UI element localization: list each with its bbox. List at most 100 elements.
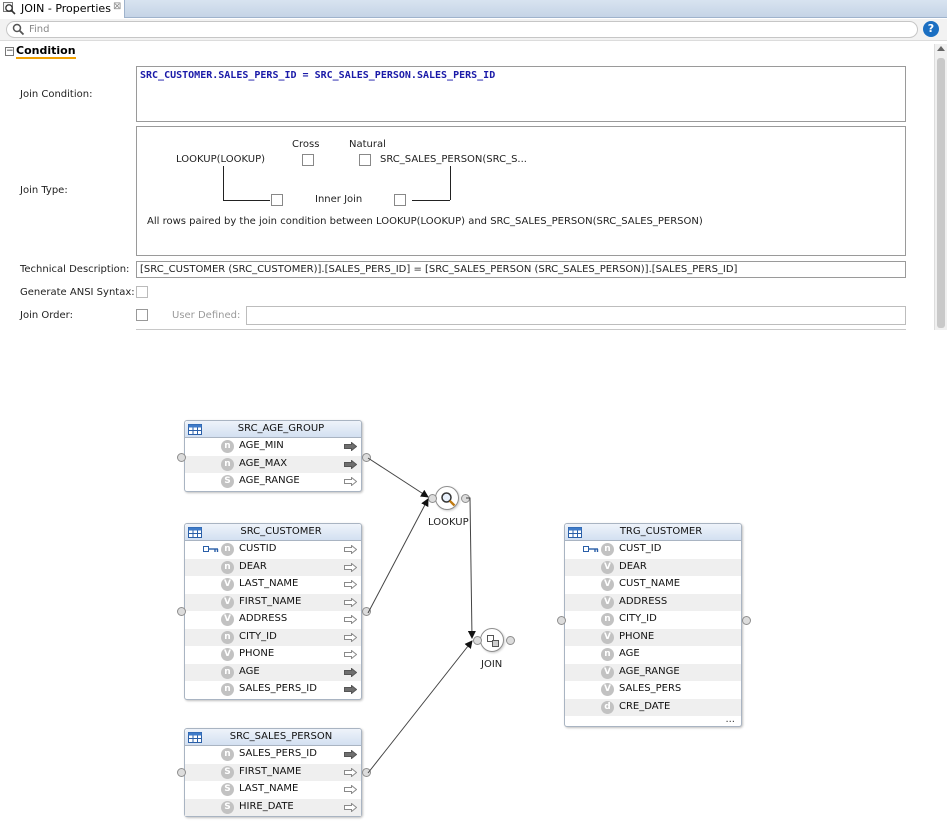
generate-ansi-checkbox[interactable] — [136, 286, 148, 298]
help-icon[interactable]: ? — [923, 21, 939, 37]
column-row[interactable]: n AGE_MAX — [185, 455, 361, 473]
join-condition-text[interactable]: SRC_CUSTOMER.SALES_PERS_ID = SRC_SALES_P… — [140, 70, 495, 81]
unmapped-arrow-icon[interactable] — [344, 580, 357, 589]
unmapped-arrow-icon[interactable] — [344, 597, 357, 607]
output-port[interactable] — [461, 494, 470, 503]
condition-section-header[interactable]: − Condition — [0, 44, 934, 60]
left-outer-join-checkbox[interactable] — [271, 194, 283, 206]
unmapped-arrow-icon[interactable] — [344, 767, 357, 777]
unmapped-arrow-icon[interactable] — [344, 562, 357, 572]
mapped-arrow-icon[interactable] — [344, 459, 357, 469]
unmapped-arrow-icon[interactable] — [344, 615, 357, 624]
column-row[interactable]: V LAST_NAME — [185, 576, 361, 594]
datastore-header[interactable]: SRC_AGE_GROUP — [185, 421, 361, 438]
output-port[interactable] — [362, 768, 371, 777]
datastore-columns: n SALES_PERS_ID S FIRST_NAME S LAST_NAME S HIRE… — [185, 746, 361, 816]
unmapped-arrow-icon[interactable] — [344, 477, 357, 486]
datatype-icon: V — [601, 560, 614, 574]
column-row[interactable]: n AGE_MIN — [185, 438, 361, 456]
column-row[interactable]: V SALES_PERS — [565, 681, 741, 699]
column-row[interactable]: n CITY_ID — [565, 611, 741, 629]
technical-description-field[interactable]: [SRC_CUSTOMER (SRC_CUSTOMER)].[SALES_PER… — [136, 261, 906, 278]
column-row[interactable]: V ADDRESS — [565, 593, 741, 611]
cross-checkbox[interactable] — [302, 154, 314, 166]
column-row[interactable]: S LAST_NAME — [185, 781, 361, 799]
datastore-header[interactable]: SRC_CUSTOMER — [185, 524, 361, 541]
datatype-icon: n — [221, 440, 234, 453]
column-row[interactable]: V CUST_NAME — [565, 576, 741, 594]
column-row[interactable]: V PHONE — [185, 646, 361, 664]
natural-checkbox[interactable] — [359, 154, 371, 166]
scroll-thumb[interactable] — [937, 58, 945, 328]
datastore-src-customer[interactable]: SRC_CUSTOMER n CUSTID n DEAR V LAST_NAME V FIRST… — [184, 523, 362, 700]
input-port[interactable] — [557, 616, 566, 625]
close-icon[interactable]: ⊠ — [113, 1, 121, 12]
datastore-src-sales-person[interactable]: SRC_SALES_PERSON n SALES_PERS_ID S FIRST_NAM… — [184, 728, 362, 817]
column-row[interactable]: n CUST_ID — [565, 541, 741, 559]
column-name: DEAR — [619, 560, 647, 572]
column-row[interactable]: n SALES_PERS_ID — [185, 746, 361, 764]
collapse-icon[interactable]: − — [5, 47, 14, 56]
scroll-up-icon[interactable] — [937, 46, 945, 51]
output-port[interactable] — [362, 607, 371, 616]
vertical-scrollbar[interactable] — [934, 44, 947, 330]
column-name: PHONE — [619, 630, 655, 642]
column-row[interactable]: n CITY_ID — [185, 628, 361, 646]
right-outer-join-checkbox[interactable] — [394, 194, 406, 206]
tab-join-properties[interactable]: JOIN - Properties ⊠ — [0, 0, 125, 18]
column-row[interactable]: d CRE_DATE — [565, 698, 741, 716]
input-port[interactable] — [473, 636, 482, 645]
column-row[interactable]: V AGE_RANGE — [565, 663, 741, 681]
tab-title: JOIN - Properties — [21, 2, 111, 15]
input-port[interactable] — [177, 453, 186, 462]
input-port[interactable] — [177, 768, 186, 777]
input-port[interactable] — [428, 494, 437, 503]
datatype-icon: S — [221, 800, 234, 814]
column-row[interactable]: n SALES_PERS_ID — [185, 681, 361, 699]
mapped-arrow-icon[interactable] — [344, 667, 357, 677]
column-row[interactable]: V ADDRESS — [185, 611, 361, 629]
column-name: SALES_PERS_ID — [239, 748, 317, 759]
unmapped-arrow-icon[interactable] — [344, 802, 357, 812]
column-name: SALES_PERS_ID — [239, 683, 317, 694]
unmapped-arrow-icon[interactable] — [344, 785, 357, 794]
join-type-label: Join Type: — [20, 185, 68, 196]
output-port[interactable] — [362, 453, 371, 462]
column-row[interactable]: V PHONE — [565, 628, 741, 646]
column-name: PHONE — [239, 648, 275, 659]
column-row[interactable]: n CUSTID — [185, 541, 361, 559]
unmapped-arrow-icon[interactable] — [344, 632, 357, 642]
datastore-trg-customer[interactable]: TRG_CUSTOMER n CUST_ID V DEAR V CUST_NAME V ADDR… — [564, 523, 742, 727]
column-row[interactable]: V FIRST_NAME — [185, 593, 361, 611]
datastore-src-age-group[interactable]: SRC_AGE_GROUP n AGE_MIN n AGE_MAX S AGE_RANGE — [184, 420, 362, 492]
mapped-arrow-icon[interactable] — [344, 750, 357, 759]
find-input[interactable] — [29, 23, 899, 36]
unmapped-arrow-icon[interactable] — [344, 650, 357, 659]
column-row[interactable]: n DEAR — [185, 558, 361, 576]
datastore-header[interactable]: SRC_SALES_PERSON — [185, 729, 361, 746]
mapped-arrow-icon[interactable] — [344, 685, 357, 694]
output-port[interactable] — [506, 636, 515, 645]
unmapped-arrow-icon[interactable] — [344, 545, 357, 554]
user-defined-field[interactable] — [246, 306, 906, 325]
mapping-diagram: SRC_AGE_GROUP n AGE_MIN n AGE_MAX S AGE_RANGE S… — [0, 330, 947, 829]
column-row[interactable]: S FIRST_NAME — [185, 763, 361, 781]
join-order-checkbox[interactable] — [136, 309, 148, 321]
column-row[interactable]: S AGE_RANGE — [185, 473, 361, 491]
column-row[interactable]: n AGE — [185, 663, 361, 681]
input-port[interactable] — [177, 607, 186, 616]
column-row[interactable]: S HIRE_DATE — [185, 798, 361, 816]
mapped-arrow-icon[interactable] — [344, 442, 357, 451]
more-columns-indicator[interactable]: ... — [725, 714, 735, 725]
component-join[interactable] — [480, 628, 504, 652]
column-row[interactable]: n AGE — [565, 646, 741, 664]
datastore-header[interactable]: TRG_CUSTOMER — [565, 524, 741, 541]
left-connector-line — [223, 200, 270, 201]
join-condition-editor[interactable]: SRC_CUSTOMER.SALES_PERS_ID = SRC_SALES_P… — [136, 66, 906, 122]
output-port[interactable] — [742, 616, 751, 625]
column-row[interactable]: V DEAR — [565, 558, 741, 576]
component-lookup[interactable] — [435, 486, 459, 510]
find-field[interactable] — [6, 21, 918, 38]
datatype-icon: V — [601, 630, 614, 644]
search-icon[interactable] — [12, 23, 25, 36]
